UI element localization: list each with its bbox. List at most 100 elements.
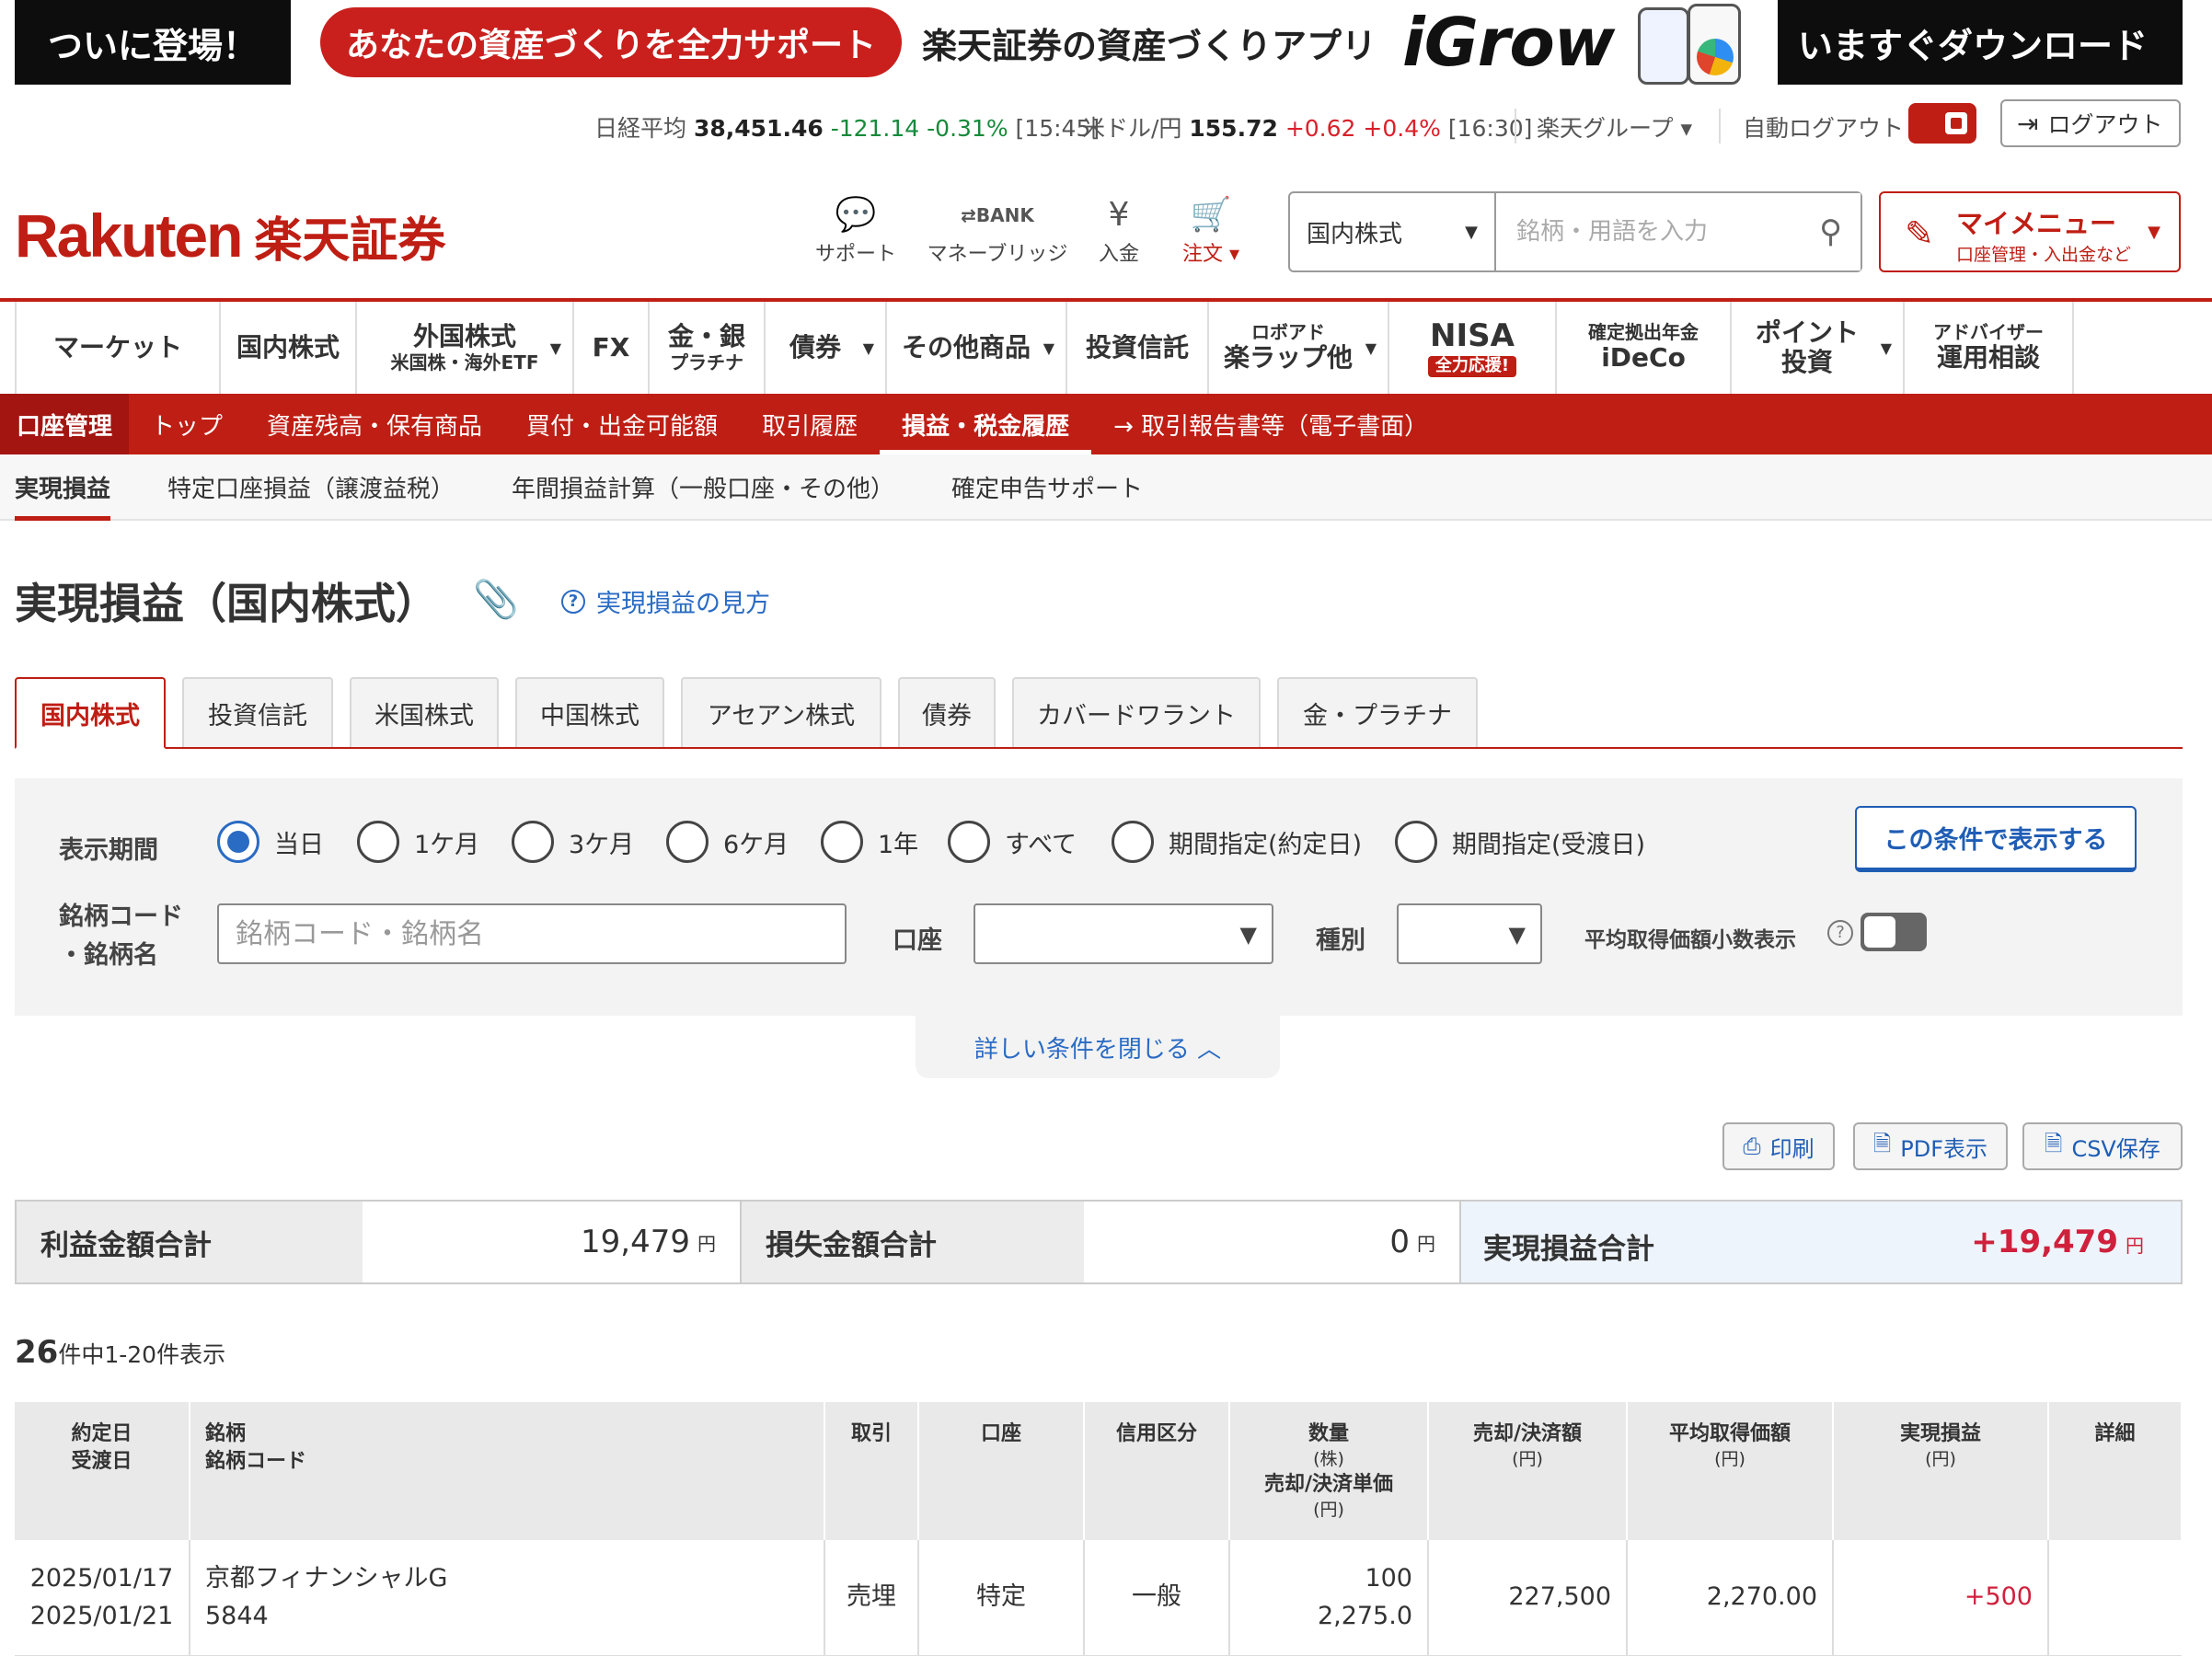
cell-realized-pnl: +500 (1833, 1540, 2049, 1656)
account-management-label[interactable]: 口座管理 (0, 394, 130, 454)
logo-jp: 楽天証券 (254, 214, 446, 268)
subnav-annual-calc[interactable]: 年間損益計算（一般口座・その他） (512, 454, 894, 519)
nav-gold-silver[interactable]: 金・銀 プラチナ (650, 302, 766, 394)
avg-decimal-toggle[interactable] (1861, 913, 1927, 951)
deposit-label: 入金 (1098, 243, 1139, 266)
period-label: 表示期間 (59, 836, 158, 865)
radio-button[interactable] (217, 821, 259, 863)
rakuten-group-menu[interactable]: 楽天グループ ▾ (1537, 110, 1692, 144)
period-radio-1y[interactable]: 1年 (821, 821, 918, 863)
csv-button[interactable]: 🗎 CSV保存 (2022, 1122, 2183, 1170)
period-radio-today[interactable]: 当日 (217, 821, 324, 863)
support-link[interactable]: 💬 サポート (810, 193, 902, 267)
subnav-realized-pnl[interactable]: 実現損益 (15, 454, 111, 521)
radio-button[interactable] (512, 821, 554, 863)
question-icon: ? (561, 589, 585, 614)
nav-domestic-stock[interactable]: 国内株式 (221, 302, 357, 394)
search-icon[interactable]: ⚲ (1819, 213, 1842, 250)
nav-mutual-funds[interactable]: 投資信託 (1067, 302, 1209, 394)
radio-button[interactable] (821, 821, 863, 863)
period-radio-settle-date[interactable]: 期間指定(受渡日) (1395, 821, 1645, 863)
type-select[interactable]: ▼ (1397, 903, 1542, 964)
nav-nisa[interactable]: NISA 全力応援! (1389, 302, 1557, 394)
order-menu[interactable]: 🛒 注文 ▾ (1174, 193, 1248, 267)
nav-market[interactable]: マーケット (15, 302, 221, 394)
nav-fx[interactable]: FX (574, 302, 650, 394)
close-conditions-toggle[interactable]: 詳しい条件を閉じる ︿ (916, 1016, 1280, 1078)
subnav-specific-account[interactable]: 特定口座損益（譲渡益税） (167, 454, 455, 519)
col-stock: 銘柄 銘柄コード (190, 1402, 825, 1540)
period-radio-trade-date[interactable]: 期間指定(約定日) (1112, 821, 1362, 863)
search-input[interactable] (1496, 193, 1861, 270)
tab-us-stock[interactable]: 米国株式 (350, 677, 499, 747)
nav-foreign-stock[interactable]: 外国株式 米国株・海外ETF ▼ (357, 302, 574, 394)
tab-covered-warrant[interactable]: カバードワラント (1012, 677, 1261, 747)
banner-download-button[interactable]: いますぐダウンロード (1763, 0, 2183, 85)
period-radio-6m[interactable]: 6ケ月 (666, 821, 789, 863)
radio-button[interactable] (666, 821, 709, 863)
my-menu-button[interactable]: ✎ マイメニュー 口座管理・入出金など ▼ (1879, 191, 2181, 272)
radio-button[interactable] (1112, 821, 1154, 863)
promo-banner[interactable]: ついに登場！ あなたの資産づくりを全力サポート 楽天証券の資産づくりアプリ iG… (15, 0, 2183, 85)
pdf-file-icon: 🗎 (1872, 1130, 1892, 1156)
tab-mutual-funds[interactable]: 投資信託 (182, 677, 333, 747)
cart-icon: 🛒 (1190, 196, 1232, 234)
acct-link-trade-history[interactable]: 取引履歴 (740, 394, 880, 454)
radio-button[interactable] (948, 821, 990, 863)
col-realized-pnl: 実現損益 (円) (1833, 1402, 2049, 1540)
tab-asean-stock[interactable]: アセアン株式 (681, 677, 881, 747)
account-select[interactable]: ▼ (974, 903, 1273, 964)
banner-pill: あなたの資産づくりを全力サポート (320, 7, 903, 77)
stock-code-input[interactable] (217, 903, 847, 964)
nav-bonds[interactable]: 債券 ▼ (766, 302, 887, 394)
auto-logout-label: 自動ログアウト (1743, 115, 1905, 142)
tab-china-stock[interactable]: 中国株式 (515, 677, 664, 747)
help-icon[interactable]: ? (1827, 920, 1853, 946)
help-link[interactable]: ? 実現損益の見方 (561, 583, 770, 619)
cell-detail[interactable] (2048, 1540, 2182, 1656)
acct-link-pnl-tax[interactable]: 損益・税金履歴 (880, 394, 1092, 454)
search-box: 国内株式 ▼ ⚲ (1288, 191, 1862, 272)
acct-link-top[interactable]: トップ (129, 394, 245, 454)
col-avg-cost: 平均取得価額 (円) (1627, 1402, 1834, 1540)
nav-robo-advisor[interactable]: ロボアド 楽ラップ他 ▼ (1209, 302, 1389, 394)
product-tabs: 国内株式 投資信託 米国株式 中国株式 アセアン株式 債券 カバードワラント 金… (15, 677, 2183, 749)
auto-logout-toggle[interactable] (1908, 103, 1976, 144)
profit-total-label: 利益金額合計 (17, 1202, 363, 1282)
col-dates: 約定日 受渡日 (15, 1402, 190, 1540)
radio-button[interactable] (357, 821, 399, 863)
period-radio-1m[interactable]: 1ケ月 (357, 821, 479, 863)
period-radio-all[interactable]: すべて (948, 821, 1077, 863)
phone-mockup-image (1629, 4, 1748, 85)
bookmark-clip-icon[interactable]: 📎 (473, 578, 519, 621)
subnav-tax-return[interactable]: 確定申告サポート (951, 454, 1143, 519)
nav-other-products[interactable]: その他商品 ▼ (887, 302, 1067, 394)
logout-button[interactable]: ⇥ ログアウト (2000, 99, 2181, 147)
apply-filter-button[interactable]: この条件で表示する (1855, 806, 2137, 872)
tab-bonds[interactable]: 債券 (898, 677, 996, 747)
moneybridge-link[interactable]: ⇄BANK マネーブリッジ (924, 193, 1071, 267)
nav-point-invest[interactable]: ポイント 投資 ▼ (1732, 302, 1905, 394)
cell-stock: 京都フィナンシャルG 5844 (190, 1540, 825, 1656)
tab-domestic-stock[interactable]: 国内株式 (15, 677, 166, 749)
print-button[interactable]: ⎙ 印刷 (1722, 1122, 1835, 1170)
support-chat-icon: 💬 (835, 196, 877, 234)
pdf-button[interactable]: 🗎 PDF表示 (1853, 1122, 2008, 1170)
period-radio-3m[interactable]: 3ケ月 (512, 821, 634, 863)
search-category-select[interactable]: 国内株式 ▼ (1290, 193, 1496, 270)
deposit-yen-icon: ¥ (1108, 196, 1130, 234)
rakuten-logo[interactable]: Rakuten 楽天証券 (15, 201, 445, 270)
nav-advisor[interactable]: アドバイザー 運用相談 (1905, 302, 2074, 394)
radio-button[interactable] (1395, 821, 1437, 863)
table-header-row: 約定日 受渡日 銘柄 銘柄コード 取引 口座 信用区分 数量 (株) 売却/決済単価 (円… (15, 1402, 2183, 1540)
acct-link-buying-power[interactable]: 買付・出金可能額 (504, 394, 740, 454)
tab-gold-platinum[interactable]: 金・プラチナ (1277, 677, 1478, 747)
acct-link-holdings[interactable]: 資産残高・保有商品 (245, 394, 504, 454)
nav-ideco[interactable]: 確定拠出年金 iDeCo (1557, 302, 1732, 394)
acct-link-reports[interactable]: → 取引報告書等（電子書面） (1091, 394, 1450, 454)
cell-margin: 一般 (1084, 1540, 1230, 1656)
cell-account: 特定 (918, 1540, 1085, 1656)
col-amount: 売却/決済額 (円) (1428, 1402, 1628, 1540)
deposit-link[interactable]: ¥ 入金 (1091, 193, 1146, 267)
cell-qty-price: 100 2,275.0 (1229, 1540, 1429, 1656)
